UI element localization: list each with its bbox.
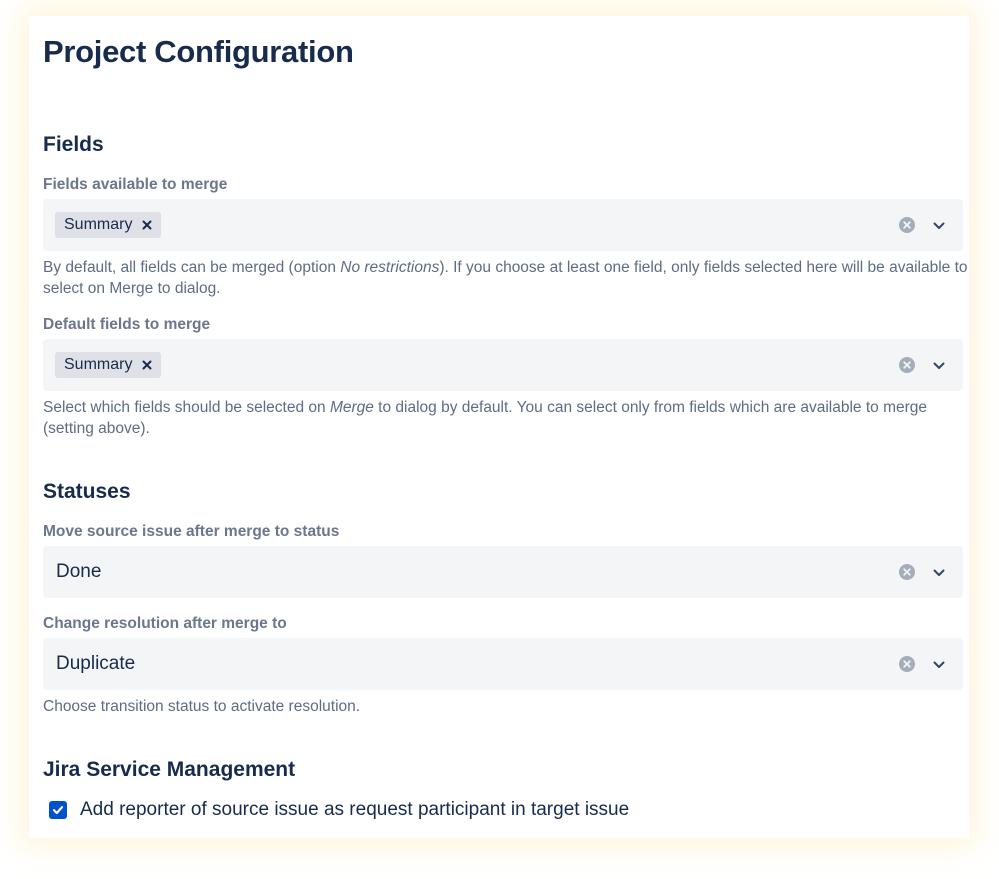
chevron-down-icon[interactable] <box>932 219 946 231</box>
config-card: Project Configuration Fields Fields avai… <box>29 16 969 838</box>
default-fields-label: Default fields to merge <box>43 316 211 333</box>
move-status-select[interactable]: Done <box>43 546 963 598</box>
help-emphasis: No restrictions <box>340 259 440 276</box>
help-emphasis: Merge <box>329 399 374 416</box>
fields-available-label: Fields available to merge <box>43 176 228 193</box>
help-text: By default, all fields can be merged (op… <box>43 259 341 276</box>
selected-value: Duplicate <box>56 653 136 674</box>
clear-icon[interactable] <box>899 357 915 373</box>
chevron-down-icon[interactable] <box>932 359 946 371</box>
chevron-down-icon[interactable] <box>932 566 946 578</box>
statuses-heading: Statuses <box>43 480 131 503</box>
clear-icon[interactable] <box>899 564 915 580</box>
resolution-select[interactable]: Duplicate <box>43 638 963 690</box>
tag-label: Summary <box>64 216 133 233</box>
add-reporter-option: Add reporter of source issue as request … <box>49 799 629 821</box>
move-status-label: Move source issue after merge to status <box>43 523 340 540</box>
default-fields-help: Select which fields should be selected o… <box>43 397 968 439</box>
clear-icon[interactable] <box>899 656 915 672</box>
tag-label: Summary <box>64 356 133 373</box>
resolution-help: Choose transition status to activate res… <box>43 698 361 715</box>
page-title: Project Configuration <box>43 34 354 69</box>
add-reporter-checkbox[interactable] <box>49 801 67 819</box>
selected-value: Done <box>56 561 102 582</box>
fields-heading: Fields <box>43 133 104 156</box>
default-fields-select[interactable]: Summary <box>43 339 963 391</box>
chevron-down-icon[interactable] <box>932 658 946 670</box>
add-reporter-label[interactable]: Add reporter of source issue as request … <box>80 799 629 821</box>
fields-available-help: By default, all fields can be merged (op… <box>43 257 968 299</box>
help-text: Select which fields should be selected o… <box>43 399 330 416</box>
tag-remove-icon[interactable] <box>141 359 153 371</box>
resolution-label: Change resolution after merge to <box>43 615 287 632</box>
fields-available-select[interactable]: Summary <box>43 199 963 251</box>
summary-tag: Summary <box>55 352 162 378</box>
clear-icon[interactable] <box>899 217 915 233</box>
checkmark-icon <box>52 806 64 815</box>
summary-tag: Summary <box>55 212 162 238</box>
tag-remove-icon[interactable] <box>141 219 153 231</box>
jsm-heading: Jira Service Management <box>43 758 296 781</box>
